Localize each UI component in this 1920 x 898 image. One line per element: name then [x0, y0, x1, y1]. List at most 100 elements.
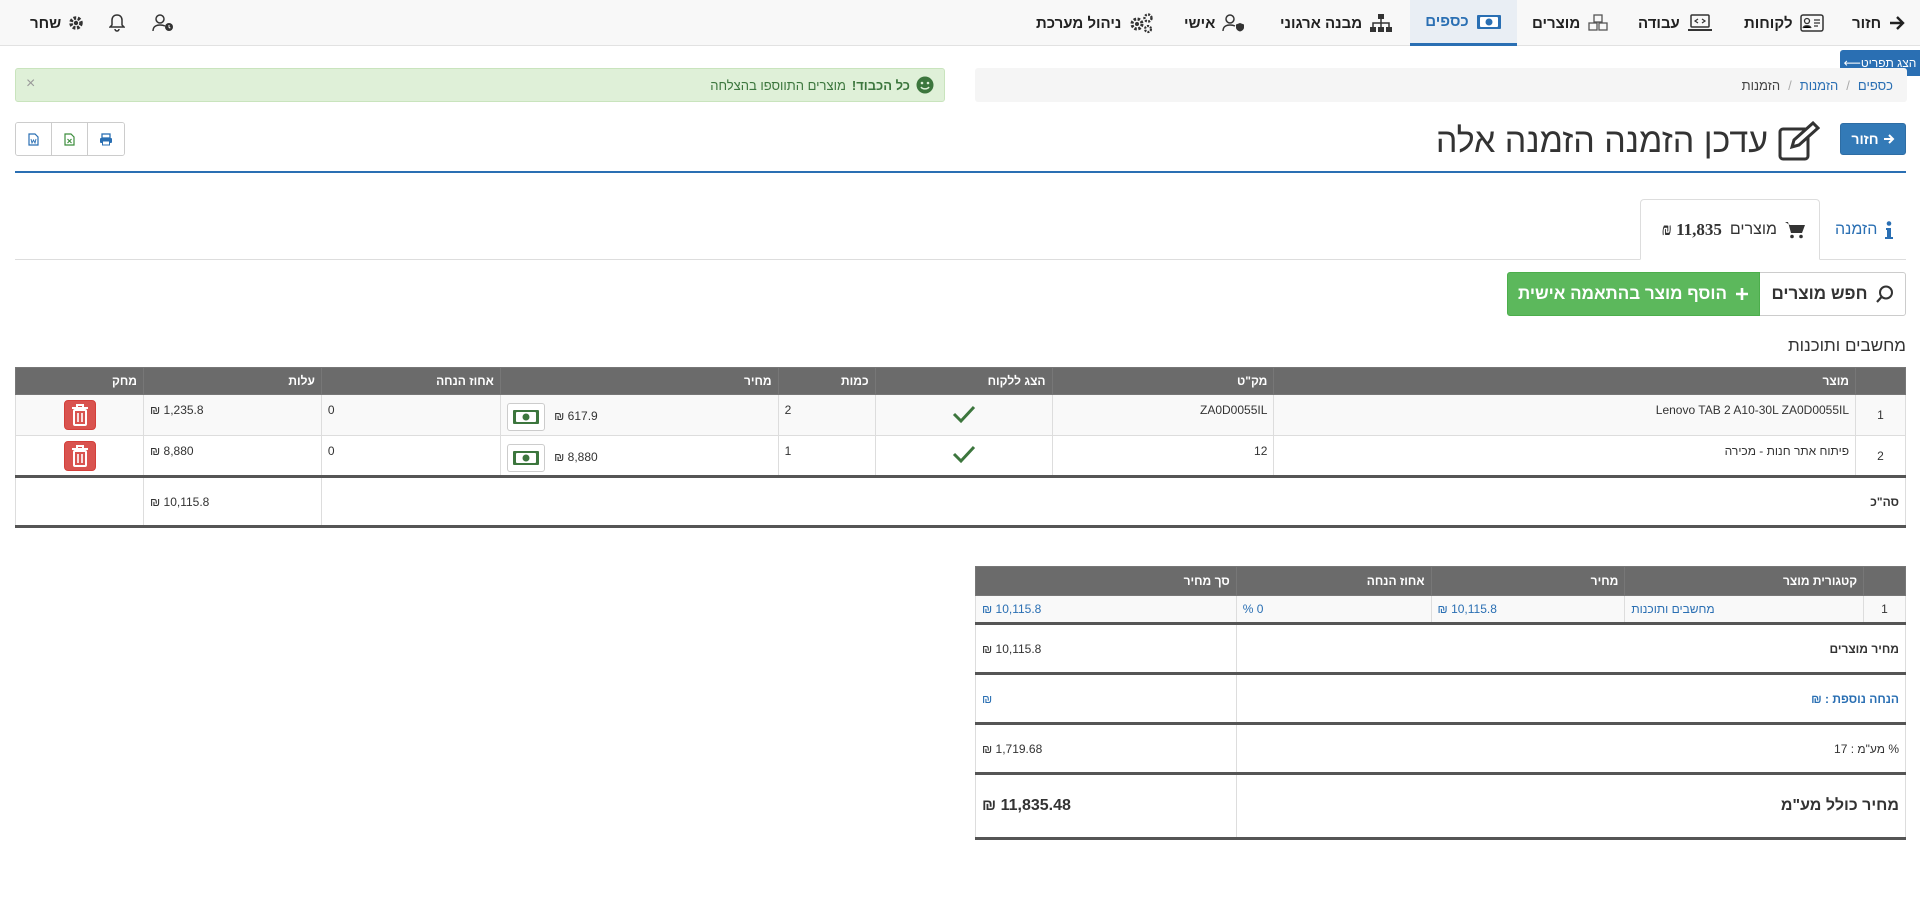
- nav-products[interactable]: מוצרים: [1532, 0, 1609, 46]
- tab-order[interactable]: הזמנה: [1821, 199, 1907, 260]
- print-icon: [100, 132, 112, 145]
- vat-value: 1,719.68 ₪: [975, 722, 1237, 774]
- search-products-button[interactable]: חפש מוצרים: [1759, 272, 1906, 316]
- print-button[interactable]: [88, 123, 124, 155]
- row-cost: 1,235.8 ₪: [143, 394, 322, 436]
- sum-col-num: [1863, 566, 1906, 596]
- page-title: עדכן הזמנה הזמנה אלה: [1100, 115, 1820, 167]
- row-show-customer[interactable]: [874, 394, 1053, 436]
- export-toolbar: [15, 122, 125, 156]
- col-header-delete: מחק: [15, 367, 144, 395]
- top-navbar: חזור לקוחות עבודה מוצרים כספים מבנה ארגו…: [0, 0, 1920, 46]
- cogs-icon: [1130, 13, 1154, 34]
- nav-products-label: מוצרים: [1532, 14, 1581, 32]
- delete-row-button[interactable]: [63, 400, 96, 430]
- col-header-sku: מק"ט: [1051, 367, 1275, 395]
- row-show-customer[interactable]: [874, 435, 1053, 477]
- total-empty-cell: [15, 475, 144, 528]
- sum-row-category[interactable]: מחשבים ותוכנות: [1624, 595, 1865, 624]
- add-custom-product-button[interactable]: הוסף מוצר בהתאמה אישית: [1507, 272, 1760, 316]
- user-clock-icon: [152, 14, 173, 32]
- table-header-row: מוצר מק"ט הצג ללקוח כמות מחיר אחוז הנחה …: [15, 367, 1906, 395]
- edit-icon: [1778, 121, 1820, 161]
- nav-customers[interactable]: לקוחות: [1744, 0, 1824, 46]
- notifications-button[interactable]: [109, 0, 125, 46]
- summary-header-row: קטגורית מוצר מחיר אחוז הנחה סך מחיר: [975, 566, 1906, 596]
- row-product: פיתוח אתר חנות - מכירה: [1273, 435, 1857, 477]
- delete-row-button[interactable]: [63, 440, 96, 471]
- products-price-row: מחיר מוצרים 10,115.8 ₪: [975, 622, 1907, 674]
- category-title: מחשבים ותוכנות: [1787, 336, 1906, 355]
- nav-org-label: מבנה ארגוני: [1280, 14, 1363, 32]
- products-price-label: מחיר מוצרים: [1235, 622, 1907, 674]
- nav-money-label: כספים: [1425, 13, 1469, 30]
- shopping-cart-icon: [1785, 221, 1805, 238]
- row-price-cell: 8,880 ₪: [499, 435, 779, 477]
- row-sku: 12: [1051, 435, 1275, 477]
- file-excel-icon: [64, 132, 75, 146]
- sum-row-num: 1: [1863, 595, 1906, 624]
- nav-org[interactable]: מבנה ארגוני: [1280, 0, 1393, 46]
- sum-row-discount[interactable]: 0 %: [1235, 595, 1432, 624]
- row-price-cell: 617.9 ₪: [499, 394, 779, 436]
- trash-icon: [71, 444, 88, 467]
- nav-admin[interactable]: ניהול מערכת: [1036, 0, 1154, 46]
- row-discount[interactable]: 0: [320, 394, 501, 436]
- contact-card-icon: [1799, 14, 1824, 32]
- col-header-product: מוצר: [1273, 367, 1857, 395]
- alert-text: מוצרים התווספו בהצלחה: [710, 77, 846, 93]
- breadcrumb-current: הזמנות: [1741, 77, 1781, 93]
- row-product: Lenovo TAB 2 A10-30L ZA0D0055IL: [1273, 394, 1857, 436]
- grand-total-label: מחיר כולל מע"מ: [1235, 772, 1907, 840]
- back-button[interactable]: חזור: [1840, 123, 1906, 155]
- col-header-cost: עלות: [143, 367, 322, 395]
- search-icon: [1875, 285, 1893, 303]
- products-price-value: 10,115.8 ₪: [975, 622, 1237, 674]
- file-word-icon: [28, 132, 39, 146]
- row-qty[interactable]: 1: [777, 435, 876, 477]
- vat-row: % מע"מ : 17 1,719.68 ₪: [975, 722, 1907, 774]
- add-custom-product-label: הוסף מוצר בהתאמה אישית: [1518, 284, 1727, 303]
- nav-admin-label: ניהול מערכת: [1036, 14, 1122, 32]
- edit-price-button[interactable]: [506, 444, 545, 472]
- sum-col-category: קטגורית מוצר: [1624, 566, 1865, 596]
- breadcrumb-orders[interactable]: הזמנות: [1800, 78, 1839, 93]
- nav-work[interactable]: עבודה: [1638, 0, 1713, 46]
- nav-work-label: עבודה: [1638, 14, 1680, 32]
- row-qty[interactable]: 2: [777, 394, 876, 436]
- tab-products[interactable]: מוצרים 11,835 ₪: [1640, 199, 1820, 260]
- tab-products-amount: 11,835 ₪: [1661, 219, 1722, 239]
- products-table: מוצר מק"ט הצג ללקוח כמות מחיר אחוז הנחה …: [15, 367, 1907, 528]
- user-name: שחר: [30, 14, 62, 32]
- breadcrumb-money[interactable]: כספים: [1858, 78, 1893, 93]
- user-status-button[interactable]: [152, 0, 174, 46]
- arrow-right-icon: [1883, 134, 1895, 144]
- breadcrumb-separator: /: [1846, 77, 1850, 93]
- sum-row-price: 10,115.8 ₪: [1430, 595, 1626, 624]
- extra-discount-label[interactable]: הנחה נוספת : ₪: [1235, 672, 1907, 724]
- sum-row-total: 10,115.8 ₪: [975, 595, 1237, 624]
- col-header-discount: אחוז הנחה: [320, 367, 501, 395]
- row-discount[interactable]: 0: [320, 435, 501, 477]
- back-button-label: חזור: [1851, 131, 1879, 147]
- nav-personal[interactable]: אישי: [1184, 0, 1246, 46]
- breadcrumb: כספים / הזמנות / הזמנות: [975, 68, 1907, 102]
- nav-back[interactable]: חזור: [1852, 0, 1906, 46]
- check-icon: [952, 405, 975, 423]
- vat-label: % מע"מ : 17: [1235, 722, 1907, 774]
- trash-icon: [71, 404, 88, 426]
- export-excel-button[interactable]: [52, 123, 88, 155]
- table-row: 2 פיתוח אתר חנות - מכירה 12 1 8,880 ₪ 0 …: [15, 435, 1906, 477]
- grand-total-value: 11,835.48 ₪: [975, 772, 1237, 840]
- breadcrumb-separator: /: [1788, 77, 1792, 93]
- money-bill-icon: [512, 410, 539, 424]
- sum-col-total: סך מחיר: [975, 566, 1237, 596]
- user-menu[interactable]: שחר: [30, 0, 84, 46]
- export-word-button[interactable]: [16, 123, 52, 155]
- nav-money[interactable]: כספים: [1410, 0, 1517, 46]
- tab-products-label: מוצרים: [1729, 220, 1777, 238]
- row-delete-cell: [15, 394, 144, 436]
- extra-discount-value[interactable]: ₪: [975, 672, 1237, 724]
- edit-price-button[interactable]: [506, 403, 545, 431]
- alert-close-button[interactable]: ×: [26, 75, 35, 93]
